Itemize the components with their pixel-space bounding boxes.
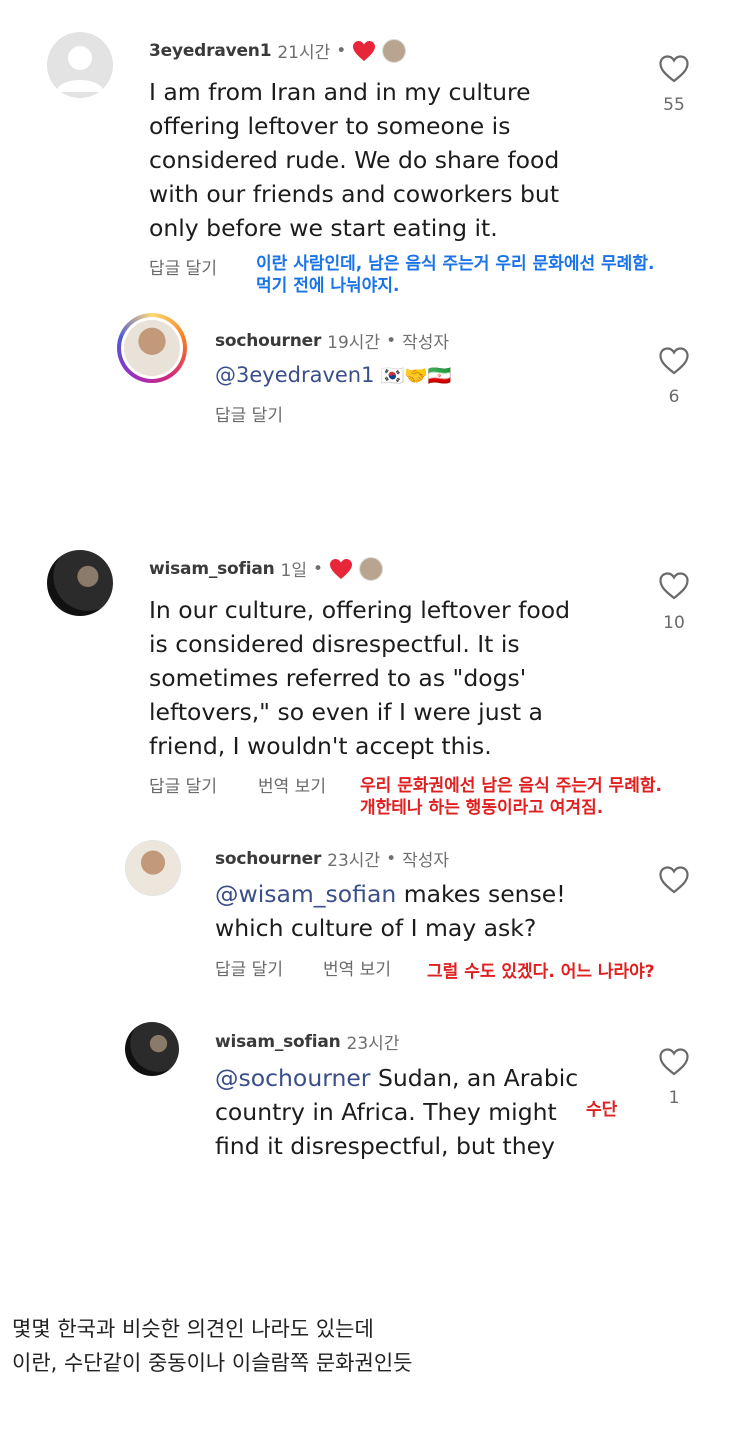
creator-liked-heart-icon (353, 40, 376, 61)
annotation-translation: 이란 사람인데, 남은 음식 주는거 우리 문화에선 무례함. 먹기 전에 나눠… (256, 254, 655, 296)
comment-text: @3eyedraven1 🇰🇷🤝🇮🇷 (215, 363, 451, 387)
username[interactable]: wisam_sofian (215, 1032, 341, 1052)
see-translation-button[interactable]: 번역 보기 (258, 772, 326, 797)
avatar[interactable] (125, 840, 181, 896)
like-heart-icon[interactable] (658, 1047, 690, 1077)
avatar[interactable] (47, 550, 113, 616)
username[interactable]: sochourner (215, 331, 321, 351)
timestamp: 19시간 (327, 333, 381, 353)
like-heart-icon[interactable] (658, 865, 690, 895)
author-tag: 작성자 (402, 333, 450, 353)
reply-button[interactable]: 답글 달기 (149, 772, 217, 797)
comment-header: wisam_sofian 1일 • (149, 556, 384, 581)
like-heart-icon[interactable] (658, 346, 690, 376)
author-tag: 작성자 (402, 851, 450, 871)
username[interactable]: sochourner (215, 849, 321, 869)
bottom-caption: 몇몇 한국과 비슷한 의견인 나라도 있는데 이란, 수단같이 중동이나 이슬람… (12, 1312, 412, 1380)
reply-button[interactable]: 답글 달기 (215, 955, 283, 980)
avatar (124, 320, 180, 376)
avatar[interactable] (125, 1022, 179, 1076)
caption-line: 이란, 수단같이 중동이나 이슬람쪽 문화권인듯 (12, 1351, 413, 1375)
comment-header: wisam_sofian 23시간 (215, 1029, 400, 1055)
separator-dot: • (336, 40, 347, 61)
creator-mini-avatar (382, 38, 407, 63)
reply-button[interactable]: 답글 달기 (215, 401, 283, 426)
comment-text: In our culture, offering leftover food i… (149, 596, 571, 760)
default-avatar-icon (56, 46, 104, 92)
avatar[interactable] (47, 32, 113, 98)
separator-dot: • (386, 848, 397, 869)
like-count: 55 (663, 95, 685, 115)
creator-liked-heart-icon (330, 558, 353, 579)
creator-mini-avatar (359, 556, 384, 581)
separator-dot: • (313, 558, 324, 579)
mention-link[interactable]: @3eyedraven1 (215, 363, 374, 387)
mention-link[interactable]: @sochourner (215, 1064, 370, 1092)
like-count: 1 (668, 1088, 680, 1108)
like-count: 6 (668, 387, 680, 407)
timestamp: 1일 (280, 561, 308, 581)
separator-dot: • (386, 330, 397, 351)
username[interactable]: wisam_sofian (149, 559, 275, 579)
comment-header: sochourner 23시간 • 작성자 (215, 846, 450, 872)
timestamp: 21시간 (277, 43, 331, 63)
username[interactable]: 3eyedraven1 (149, 41, 272, 61)
comment-text: I am from Iran and in my culture offerin… (149, 78, 560, 242)
annotation-translation: 그럴 수도 있겠다. 어느 나라야? (427, 962, 655, 982)
comment-text: @sochourner Sudan, an Arabic country in … (215, 1064, 579, 1160)
comment-text: @wisam_sofian makes sense! which culture… (215, 880, 566, 942)
timestamp: 23시간 (346, 1034, 400, 1054)
see-translation-button[interactable]: 번역 보기 (323, 955, 391, 980)
annotation-translation: 수단 (586, 1100, 618, 1120)
timestamp: 23시간 (327, 851, 381, 871)
reply-button[interactable]: 답글 달기 (149, 254, 217, 279)
like-heart-icon[interactable] (658, 54, 690, 84)
annotation-translation: 우리 문화권에선 남은 음식 주는거 무례함. 개한테나 하는 행동이라고 여겨… (360, 776, 662, 818)
caption-line: 몇몇 한국과 비슷한 의견인 나라도 있는데 (12, 1317, 374, 1341)
comment-header: sochourner 19시간 • 작성자 (215, 328, 450, 354)
mention-link[interactable]: @wisam_sofian (215, 880, 396, 908)
comment-header: 3eyedraven1 21시간 • (149, 38, 407, 63)
like-count: 10 (663, 613, 685, 633)
story-ring-avatar[interactable] (117, 313, 187, 383)
emoji-flags: 🇰🇷🤝🇮🇷 (380, 364, 452, 387)
like-heart-icon[interactable] (658, 571, 690, 601)
